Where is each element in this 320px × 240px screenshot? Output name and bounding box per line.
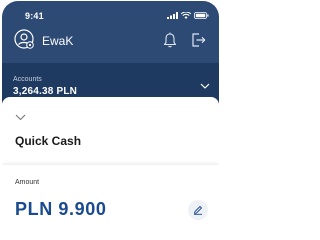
app-header: EwaK [2,23,219,63]
amount-label: Amount [15,179,40,186]
amount-value: PLN 9.900 [15,199,107,219]
app-frame: 9:41 EwaK Accounts 3,264.38 PLN Quick Ca… [2,1,219,239]
avatar-icon[interactable] [14,29,34,49]
amount-card: Amount PLN 9.900 [2,165,219,239]
phone-screen: 9:41 EwaK Accounts 3,264.38 PLN Quick Ca… [0,0,221,239]
quick-cash-sheet: Quick Cash Amount PLN 9.900 [2,97,219,239]
accounts-label: Accounts [13,76,42,83]
edit-amount-button[interactable] [188,200,208,220]
accounts-balance: 3,264.38 PLN [13,86,78,97]
status-icons [167,12,209,19]
battery-icon [194,12,209,19]
status-bar: 9:41 [2,1,219,23]
status-time: 9:41 [25,11,44,21]
collapse-chevron-icon[interactable] [15,114,26,121]
sheet-title: Quick Cash [15,134,82,148]
signal-icon [167,12,178,19]
wifi-icon [181,12,191,19]
chevron-down-icon[interactable] [200,83,210,89]
logout-icon[interactable] [191,32,206,48]
username: EwaK [42,34,74,48]
bell-icon[interactable] [163,32,177,48]
pencil-icon [194,206,202,215]
